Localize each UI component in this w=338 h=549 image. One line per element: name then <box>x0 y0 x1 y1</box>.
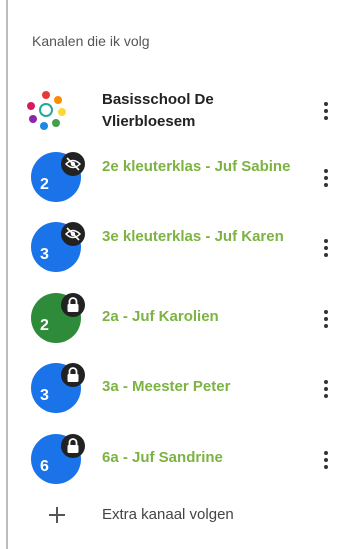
channel-label: 2e kleuterklas - Juf Sabine <box>102 158 291 175</box>
more-options-button[interactable] <box>320 97 332 125</box>
channel-number: 3 <box>40 387 49 404</box>
channel-row[interactable]: 3 3a - Meester Peter <box>20 357 338 417</box>
eye-off-icon <box>61 152 85 176</box>
channel-label: 2a - Juf Karolien <box>102 308 219 325</box>
channel-avatar: 6 <box>31 434 85 484</box>
channel-label: 3a - Meester Peter <box>102 378 231 395</box>
lock-icon <box>61 434 85 458</box>
plus-icon <box>47 505 67 525</box>
eye-off-icon <box>61 222 85 246</box>
more-options-button[interactable] <box>320 375 332 403</box>
channel-row[interactable]: 2 2a - Juf Karolien <box>20 287 338 347</box>
channel-avatar: 3 <box>31 363 85 413</box>
channel-avatar: 3 <box>31 222 85 272</box>
more-options-button[interactable] <box>320 234 332 262</box>
channel-row[interactable]: 6 6a - Juf Sandrine <box>20 428 338 488</box>
channel-avatar: 2 <box>31 293 85 343</box>
section-title: Kanalen die ik volg <box>32 33 150 49</box>
lock-icon <box>61 293 85 317</box>
more-options-button[interactable] <box>320 164 332 192</box>
channel-label: 6a - Juf Sandrine <box>102 449 223 466</box>
channel-row[interactable]: 3 3e kleuterklas - Juf Karen <box>20 216 338 276</box>
channel-row[interactable]: 2 2e kleuterklas - Juf Sabine <box>20 146 338 206</box>
add-channel-button[interactable]: Extra kanaal volgen <box>20 498 338 538</box>
channel-label: Basisschool De Vlierbloesem <box>102 91 214 130</box>
channel-number: 2 <box>40 176 49 193</box>
channel-number: 2 <box>40 317 49 334</box>
panel-divider <box>6 0 8 549</box>
lock-icon <box>61 363 85 387</box>
channel-row-school[interactable]: Basisschool De Vlierbloesem <box>20 79 338 139</box>
channel-number: 6 <box>40 458 49 475</box>
school-logo-icon <box>27 91 66 130</box>
channel-number: 3 <box>40 246 49 263</box>
more-options-button[interactable] <box>320 446 332 474</box>
channel-avatar: 2 <box>31 152 85 202</box>
add-channel-label: Extra kanaal volgen <box>102 506 234 523</box>
more-options-button[interactable] <box>320 305 332 333</box>
channel-label: 3e kleuterklas - Juf Karen <box>102 228 284 245</box>
